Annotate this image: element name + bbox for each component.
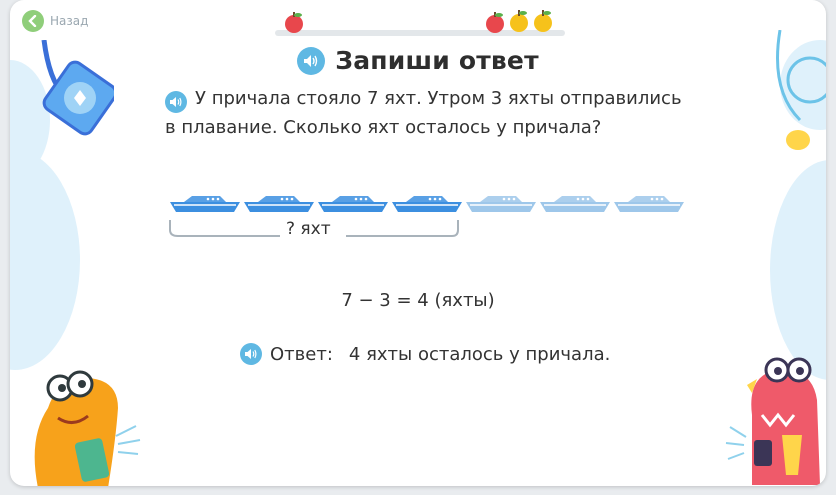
dino-mascot-right (725, 357, 820, 485)
dino-mascot-left (34, 366, 141, 486)
yacht-icon (466, 196, 536, 212)
boats-illustration (169, 196, 684, 237)
back-button-label: Назад (50, 14, 89, 28)
lesson-card: Назад Запиши ответ У причала стояло 7 ях… (10, 0, 826, 486)
answer-label: Ответ: (270, 343, 333, 365)
left-cloud-decoration (10, 150, 80, 370)
answer-row: Ответ: 4 яхты осталось у причала. (240, 343, 610, 365)
apple-icon (486, 12, 504, 33)
speaker-icon[interactable] (240, 343, 262, 365)
yacht-icon-departed (244, 196, 314, 212)
problem-statement: У причала стояло 7 яхт. Утром 3 яхты отп… (165, 84, 685, 142)
solution-equation: 7 − 3 = 4 (яхты) (341, 290, 495, 311)
yacht-icon-departed (170, 196, 240, 212)
yacht-icon-departed (318, 196, 388, 212)
apple-icon (285, 12, 303, 33)
title-row: Запиши ответ (10, 46, 826, 75)
page-title: Запиши ответ (335, 46, 539, 75)
speaker-icon[interactable] (165, 91, 187, 113)
yacht-icon (614, 196, 684, 212)
back-button[interactable]: Назад (22, 10, 88, 32)
chevron-left-icon (22, 10, 44, 32)
apple-icon (510, 10, 528, 32)
yacht-icon-departed (392, 196, 462, 212)
speaker-icon[interactable] (297, 46, 326, 75)
answer-value: 4 яхты осталось у причала. (348, 343, 611, 365)
yacht-icon (540, 196, 610, 212)
brace-label: ? яхт (280, 219, 337, 239)
apple-icon (534, 10, 552, 32)
problem-text: У причала стояло 7 яхт. Утром 3 яхты отп… (165, 88, 682, 138)
